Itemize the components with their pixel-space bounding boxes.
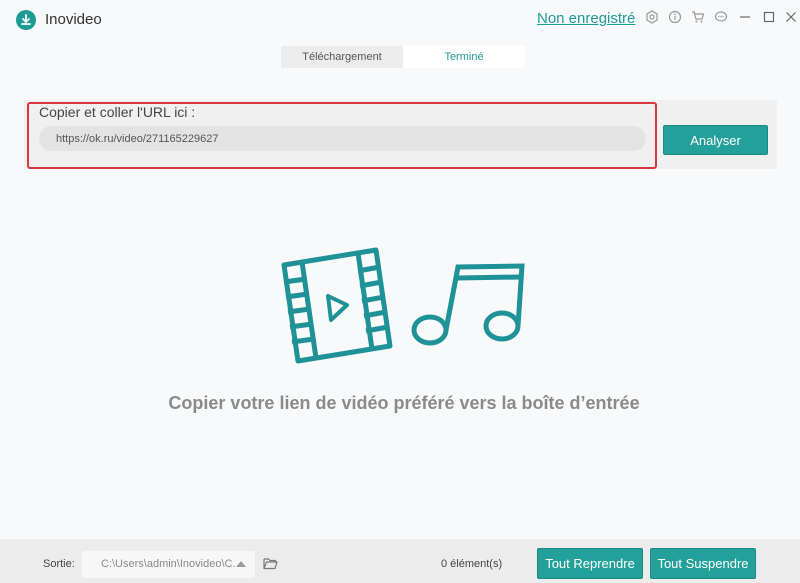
video-music-illustration [281,247,525,364]
register-link[interactable]: Non enregistré [537,10,635,27]
url-input[interactable] [39,126,646,151]
url-label: Copier et coller l'URL ici : [39,104,196,120]
path-dropdown-arrow-icon[interactable] [236,561,246,567]
folder-icon[interactable] [263,557,278,575]
output-path: C:\Users\admin\Inovideo\C... [101,558,236,570]
film-icon [281,247,393,364]
tab-bar: Téléchargement Terminé [281,46,525,68]
output-label: Sortie: [43,558,75,570]
music-note-icon [411,263,525,346]
analyze-button[interactable]: Analyser [663,125,768,155]
settings-icon[interactable] [644,9,660,25]
maximize-icon[interactable] [761,9,777,25]
minimize-icon[interactable] [737,9,753,25]
feedback-icon[interactable] [713,9,729,25]
app-logo-icon [16,10,36,30]
tab-downloading[interactable]: Téléchargement [281,46,403,68]
app-title: Inovideo [45,11,102,28]
resume-all-button[interactable]: Tout Reprendre [537,548,643,579]
info-icon[interactable] [667,9,683,25]
suspend-all-button[interactable]: Tout Suspendre [650,548,756,579]
empty-state-message: Copier votre lien de vidéo préféré vers … [168,393,640,413]
cart-icon[interactable] [690,9,706,25]
close-icon[interactable] [783,9,799,25]
item-count: 0 élément(s) [441,558,503,570]
title-bar: Inovideo Non enregistré [0,0,800,38]
tab-finished[interactable]: Terminé [403,46,525,68]
